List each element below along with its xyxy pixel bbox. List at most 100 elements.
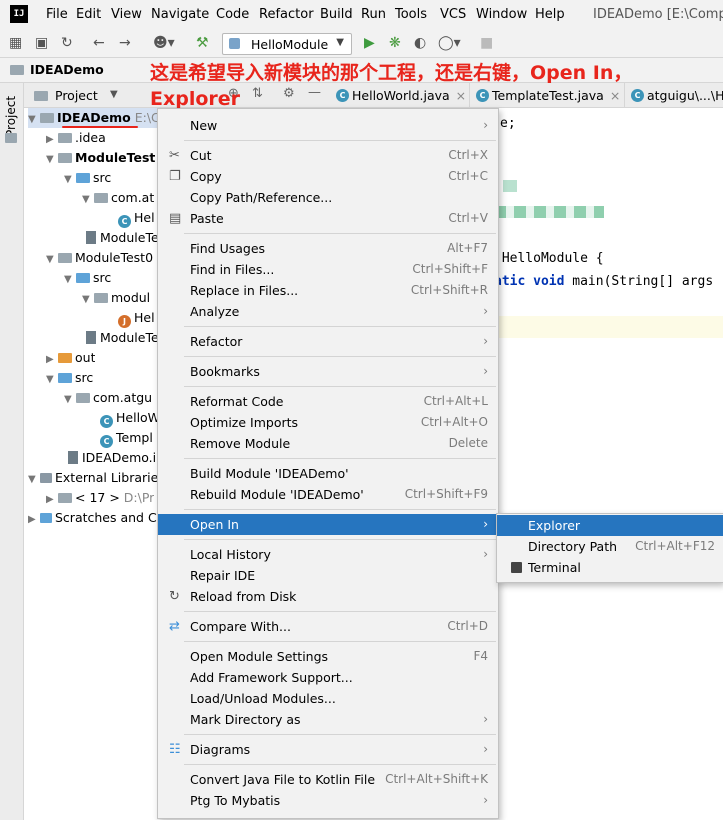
menu-navigate[interactable]: Navigate bbox=[151, 7, 209, 22]
tree-item-class[interactable]: C HelloW bbox=[100, 408, 160, 428]
menu-item-new[interactable]: New › bbox=[158, 115, 498, 136]
tree-item-external-libraries[interactable]: ▼ External Librarie bbox=[28, 468, 158, 488]
menu-item-open-module-settings[interactable]: Open Module Settings F4 bbox=[158, 646, 498, 667]
menu-item-mark-directory-as[interactable]: Mark Directory as › bbox=[158, 709, 498, 730]
open-folder-icon[interactable]: ▦ bbox=[9, 35, 22, 51]
menu-item-copy[interactable]: ❐ Copy Ctrl+C bbox=[158, 166, 498, 187]
menu-item-analyze[interactable]: Analyze › bbox=[158, 301, 498, 322]
menu-item-remove-module[interactable]: Remove Module Delete bbox=[158, 433, 498, 454]
tree-item-jdk[interactable]: ▶ < 17 > D:\Pr bbox=[46, 488, 154, 508]
stop-icon[interactable]: ■ bbox=[480, 35, 493, 51]
menu-code[interactable]: Code bbox=[216, 7, 249, 22]
tree-item-class[interactable]: C Hel bbox=[118, 208, 155, 228]
menu-run[interactable]: Run bbox=[361, 7, 386, 22]
chevron-right-icon: › bbox=[483, 742, 488, 756]
debug-icon[interactable]: ❋ bbox=[389, 35, 401, 51]
tree-item-class[interactable]: C Templ bbox=[100, 428, 153, 448]
menu-item-diagrams[interactable]: ☷ Diagrams › bbox=[158, 739, 498, 760]
menu-refactor[interactable]: Refactor bbox=[259, 7, 314, 22]
submenu-item-directory-path[interactable]: Directory Path Ctrl+Alt+F12 bbox=[497, 536, 723, 557]
menu-item-find-in-files[interactable]: Find in Files... Ctrl+Shift+F bbox=[158, 259, 498, 280]
tree-label: src bbox=[93, 170, 112, 185]
code-line: atic void main(String[] args bbox=[494, 274, 714, 289]
menu-item-reformat-code[interactable]: Reformat Code Ctrl+Alt+L bbox=[158, 391, 498, 412]
tree-item-src[interactable]: ▼ src bbox=[46, 368, 93, 388]
tree-item-package[interactable]: ▼ modul bbox=[82, 288, 150, 308]
run-config-select[interactable]: HelloModule ▼ bbox=[222, 33, 352, 55]
folder-icon bbox=[10, 65, 24, 75]
tree-label: IDEADemo bbox=[57, 110, 131, 125]
tree-item-src[interactable]: ▼ src bbox=[64, 268, 111, 288]
menu-item-local-history[interactable]: Local History › bbox=[158, 544, 498, 565]
menu-vcs[interactable]: VCS bbox=[440, 7, 466, 22]
tree-item-moduletest0[interactable]: ▼ ModuleTest0 bbox=[46, 248, 153, 268]
forward-icon[interactable]: → bbox=[119, 35, 131, 51]
tree-item-iml[interactable]: IDEADemo.in bbox=[68, 448, 164, 468]
tree-item-scratches[interactable]: ▶ Scratches and C bbox=[28, 508, 157, 528]
back-icon[interactable]: ← bbox=[93, 35, 105, 51]
tree-item-src[interactable]: ▼ src bbox=[64, 168, 111, 188]
tree-item-idea[interactable]: ▶ .idea bbox=[46, 128, 106, 148]
menu-item-paste[interactable]: ▤ Paste Ctrl+V bbox=[158, 208, 498, 229]
chevron-down-icon: ▼ bbox=[336, 37, 344, 48]
chevron-right-icon: › bbox=[483, 334, 488, 348]
menu-item-rebuild-module[interactable]: Rebuild Module 'IDEADemo' Ctrl+Shift+F9 bbox=[158, 484, 498, 505]
menu-edit[interactable]: Edit bbox=[76, 7, 101, 22]
menu-item-refactor[interactable]: Refactor › bbox=[158, 331, 498, 352]
menu-item-bookmarks[interactable]: Bookmarks › bbox=[158, 361, 498, 382]
menu-window[interactable]: Window bbox=[476, 7, 527, 22]
menu-item-repair-ide[interactable]: Repair IDE bbox=[158, 565, 498, 586]
menu-item-build-module[interactable]: Build Module 'IDEADemo' bbox=[158, 463, 498, 484]
menu-item-add-framework-support[interactable]: Add Framework Support... bbox=[158, 667, 498, 688]
tree-item-package[interactable]: ▼ com.atgu bbox=[64, 388, 152, 408]
tree-label: ModuleTe bbox=[100, 330, 159, 345]
coverage-icon[interactable]: ◐ bbox=[414, 35, 426, 51]
project-tool-icon[interactable] bbox=[5, 133, 17, 143]
menu-item-convert-to-kotlin[interactable]: Convert Java File to Kotlin File Ctrl+Alt… bbox=[158, 769, 498, 790]
tree-label: HelloW bbox=[116, 410, 161, 425]
chevron-right-icon: › bbox=[483, 793, 488, 807]
annotation-text: 这是希望导入新模块的那个工程，还是右键，Open In， Explorer bbox=[150, 60, 690, 112]
menu-item-compare-with[interactable]: ⇄ Compare With... Ctrl+D bbox=[158, 616, 498, 637]
tree-item-package[interactable]: ▼ com.at bbox=[82, 188, 154, 208]
tree-label: .idea bbox=[75, 130, 106, 145]
run-icon[interactable]: ▶ bbox=[364, 35, 375, 51]
submenu-item-explorer[interactable]: Explorer bbox=[497, 515, 723, 536]
menu-build[interactable]: Build bbox=[320, 7, 353, 22]
profile-icon[interactable]: ◯▾ bbox=[438, 35, 461, 51]
menu-file[interactable]: File bbox=[46, 7, 68, 22]
menu-item-find-usages[interactable]: Find Usages Alt+F7 bbox=[158, 238, 498, 259]
menu-view[interactable]: View bbox=[111, 7, 142, 22]
tree-item-iml[interactable]: ModuleTe bbox=[86, 228, 159, 248]
tree-label: modul bbox=[111, 290, 151, 305]
build-hammer-icon[interactable]: ⚒ bbox=[196, 35, 209, 51]
menu-item-ptg-to-mybatis[interactable]: Ptg To Mybatis › bbox=[158, 790, 498, 811]
tree-label: Hel bbox=[134, 310, 155, 325]
sync-icon[interactable]: ↻ bbox=[61, 35, 73, 51]
menu-item-optimize-imports[interactable]: Optimize Imports Ctrl+Alt+O bbox=[158, 412, 498, 433]
user-icon[interactable]: ☻▾ bbox=[153, 35, 175, 51]
breadcrumb-project[interactable]: IDEADemo bbox=[30, 62, 104, 77]
menu-item-open-in[interactable]: Open In › bbox=[158, 514, 498, 535]
copy-icon: ❐ bbox=[169, 169, 181, 184]
menu-help[interactable]: Help bbox=[535, 7, 565, 22]
code-line: e; bbox=[500, 116, 516, 131]
annotation-underline bbox=[62, 126, 138, 128]
tree-item-iml[interactable]: ModuleTe bbox=[86, 328, 159, 348]
chevron-down-icon[interactable]: ▼ bbox=[110, 89, 118, 100]
menu-item-copy-path[interactable]: Copy Path/Reference... bbox=[158, 187, 498, 208]
menu-item-reload-from-disk[interactable]: ↻ Reload from Disk bbox=[158, 586, 498, 607]
submenu-item-terminal[interactable]: Terminal bbox=[497, 557, 723, 578]
menu-item-load-unload-modules[interactable]: Load/Unload Modules... bbox=[158, 688, 498, 709]
tree-label: Templ bbox=[116, 430, 153, 445]
menu-item-cut[interactable]: ✂ Cut Ctrl+X bbox=[158, 145, 498, 166]
tree-label: src bbox=[93, 270, 112, 285]
tree-item-moduletest[interactable]: ▼ ModuleTest bbox=[46, 148, 155, 168]
tree-item-out[interactable]: ▶ out bbox=[46, 348, 95, 368]
menu-tools[interactable]: Tools bbox=[395, 7, 427, 22]
open-in-submenu: Explorer Directory Path Ctrl+Alt+F12 Term… bbox=[496, 513, 723, 583]
menu-item-replace-in-files[interactable]: Replace in Files... Ctrl+Shift+R bbox=[158, 280, 498, 301]
project-view-select[interactable]: Project bbox=[55, 88, 98, 103]
tree-item-class[interactable]: J Hel bbox=[118, 308, 155, 328]
save-icon[interactable]: ▣ bbox=[35, 35, 48, 51]
